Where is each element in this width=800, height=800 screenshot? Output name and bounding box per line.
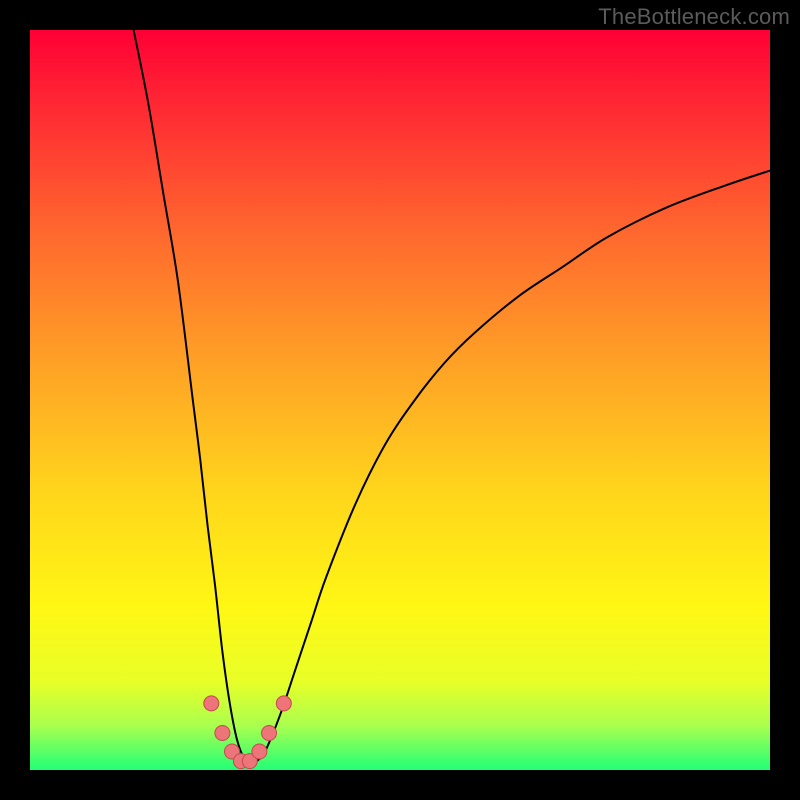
curve-marker xyxy=(252,744,267,759)
curve-marker xyxy=(215,726,230,741)
curve-marker xyxy=(276,696,291,711)
curve-marker xyxy=(262,726,277,741)
curve-marker xyxy=(204,696,219,711)
bottleneck-curve-chart xyxy=(30,30,770,770)
chart-container: TheBottleneck.com xyxy=(0,0,800,800)
gradient-background xyxy=(30,30,770,770)
watermark-text: TheBottleneck.com xyxy=(598,4,790,30)
